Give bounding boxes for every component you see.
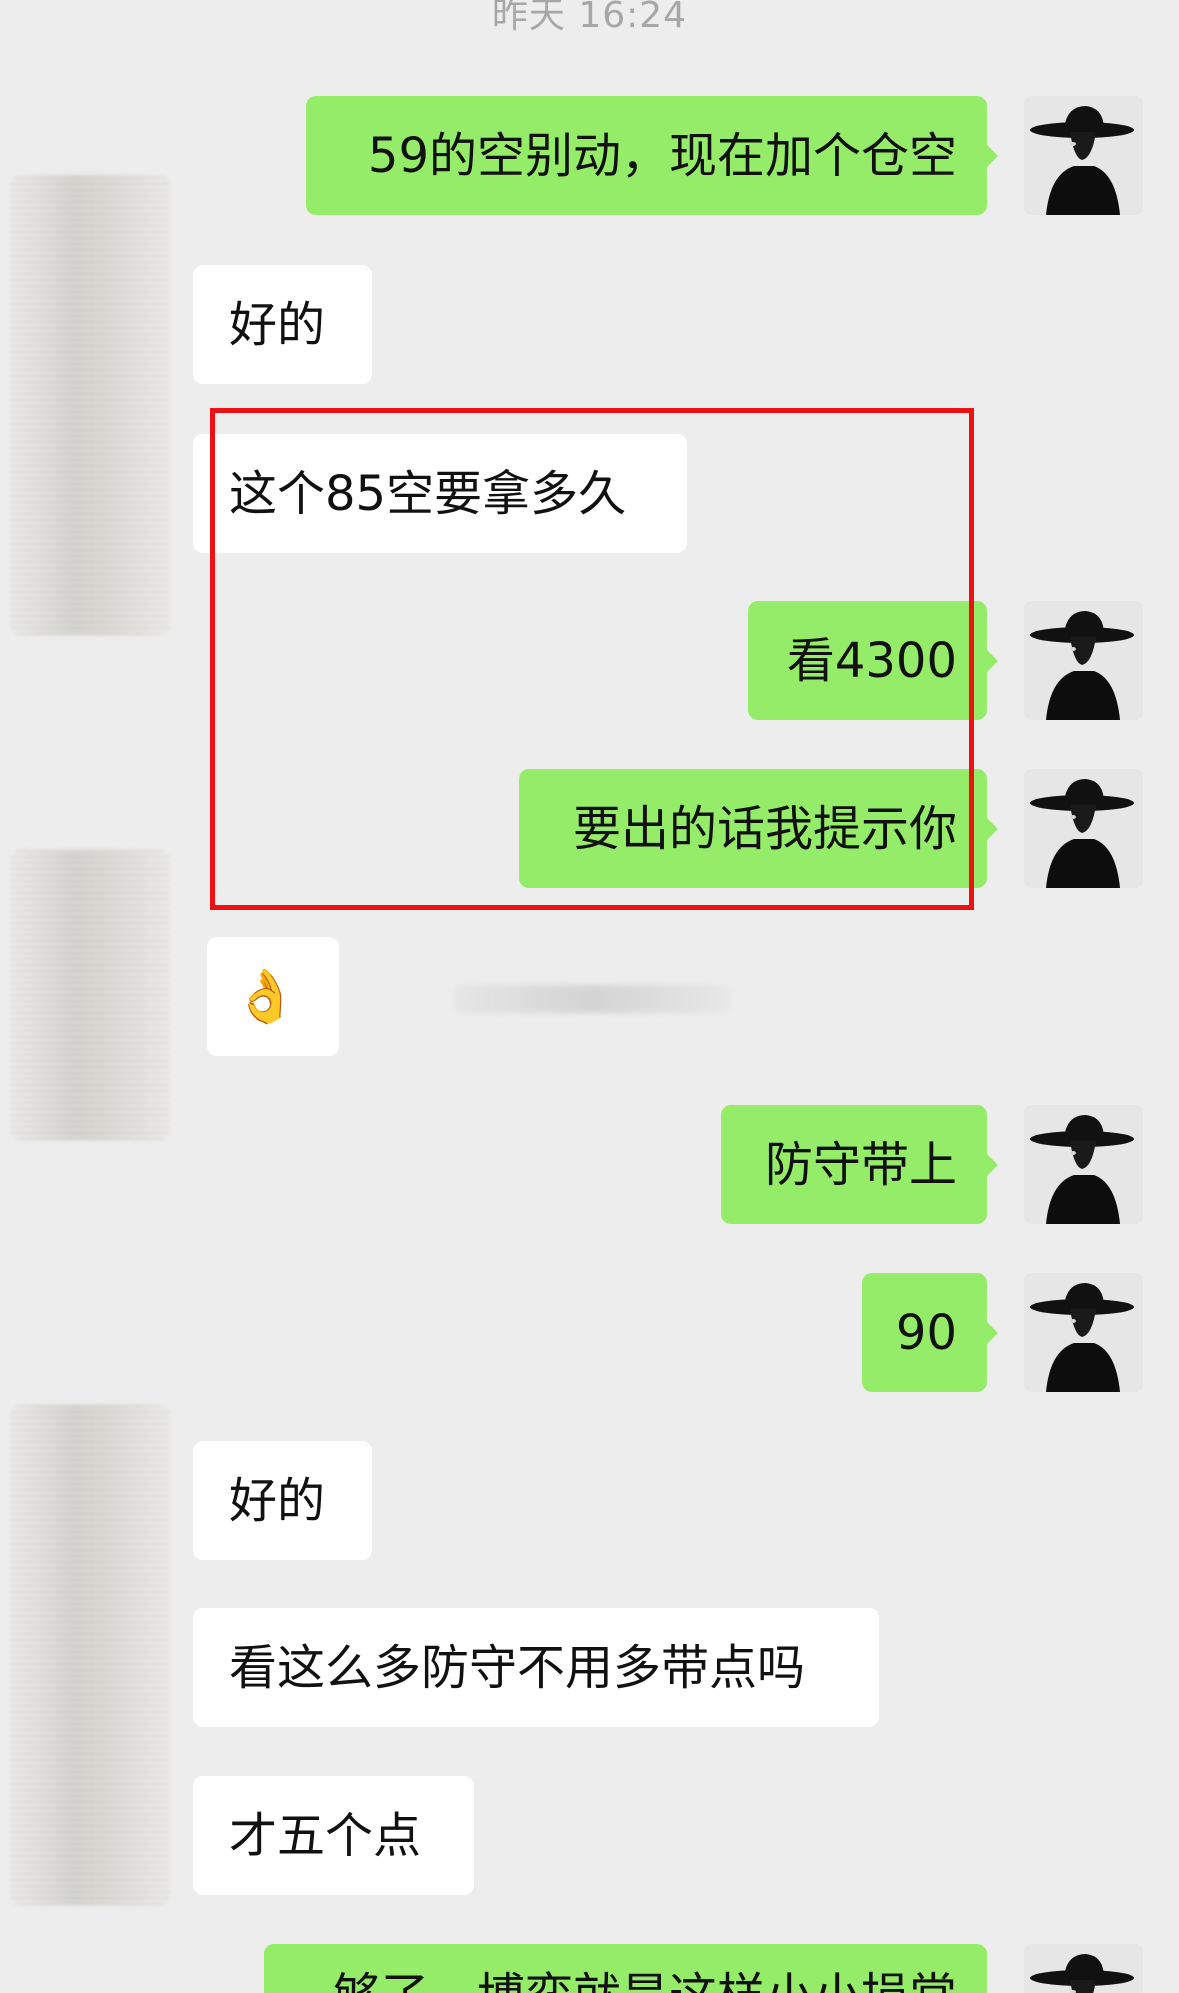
message-text: 90 (895, 1304, 957, 1361)
self-avatar[interactable] (1024, 769, 1143, 888)
ok-hand-emoji: 👌 (233, 966, 298, 1027)
message-bubble-incoming[interactable]: 才五个点 (193, 1776, 474, 1895)
contact-avatar-blurred[interactable] (10, 1405, 170, 1905)
message-bubble-incoming[interactable]: 好的 (193, 1441, 372, 1560)
contact-avatar-blurred[interactable] (10, 850, 170, 1140)
message-text: 59的空别动，现在加个仓空 (367, 127, 957, 184)
self-avatar[interactable] (1024, 1944, 1143, 1993)
message-bubble-incoming[interactable]: 看这么多防守不用多带点吗 (193, 1608, 879, 1727)
self-avatar[interactable] (1024, 96, 1143, 215)
message-text: 好的 (229, 1472, 326, 1529)
highlight-rectangle (210, 408, 974, 910)
redacted-text (455, 985, 730, 1013)
hat-silhouette-icon (1024, 1944, 1143, 1993)
message-bubble-outgoing[interactable]: 够了，博弈就是这样小小损常 (264, 1944, 998, 1993)
hat-silhouette-icon (1024, 769, 1143, 888)
chat-screen: 昨天 16:24 59的空别动，现在加个仓空 好的 这个85空要拿多久 看430… (0, 0, 1179, 1993)
self-avatar[interactable] (1024, 1273, 1143, 1392)
message-bubble-outgoing[interactable]: 防守带上 (721, 1105, 998, 1224)
message-text: 防守带上 (764, 1136, 957, 1193)
message-bubble-incoming[interactable]: 好的 (193, 265, 372, 384)
hat-silhouette-icon (1024, 96, 1143, 215)
contact-avatar-blurred[interactable] (10, 175, 170, 635)
hat-silhouette-icon (1024, 1105, 1143, 1224)
hat-silhouette-icon (1024, 601, 1143, 720)
chat-timestamp: 昨天 16:24 (491, 0, 688, 36)
message-text: 好的 (229, 296, 326, 353)
message-bubble-incoming[interactable]: 👌 (207, 937, 339, 1056)
message-text: 才五个点 (229, 1807, 422, 1864)
message-bubble-outgoing[interactable]: 59的空别动，现在加个仓空 (306, 96, 998, 215)
hat-silhouette-icon (1024, 1273, 1143, 1392)
message-text: 够了，博弈就是这样小小损常 (333, 1972, 957, 1993)
self-avatar[interactable] (1024, 601, 1143, 720)
message-bubble-outgoing[interactable]: 90 (862, 1273, 998, 1392)
message-text: 看这么多防守不用多带点吗 (229, 1639, 806, 1696)
self-avatar[interactable] (1024, 1105, 1143, 1224)
